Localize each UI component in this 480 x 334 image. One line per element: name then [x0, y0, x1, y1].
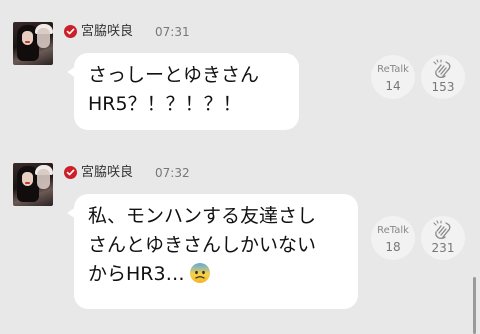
author-name[interactable]: 宮脇咲良	[81, 24, 133, 40]
message-text-line: からHR3…	[88, 260, 344, 289]
message-text-segment: からHR3…	[88, 263, 185, 285]
message-bubble[interactable]: さっしーとゆきさん HR5？！？！？！	[74, 53, 299, 130]
clap-icon	[433, 59, 451, 78]
scrollbar[interactable]	[473, 277, 476, 334]
retalk-button[interactable]: ReTalk 18	[371, 216, 415, 260]
retalk-label: ReTalk	[377, 225, 409, 236]
anxious-face-emoji	[189, 263, 210, 283]
retalk-count: 18	[385, 240, 401, 254]
timestamp: 07:32	[155, 166, 190, 180]
retalk-count: 14	[385, 79, 401, 93]
clap-count: 153	[431, 80, 455, 94]
retalk-label: ReTalk	[377, 64, 409, 75]
avatar[interactable]	[13, 22, 53, 65]
message-text-line: 私、モンハンする友達さし	[88, 205, 317, 227]
verified-badge-icon	[64, 166, 77, 179]
avatar[interactable]	[13, 163, 53, 206]
clap-icon	[433, 220, 451, 239]
retalk-button[interactable]: ReTalk 14	[371, 55, 415, 99]
clap-button[interactable]: 231	[421, 216, 465, 260]
timestamp: 07:31	[155, 25, 190, 39]
clap-count: 231	[431, 241, 455, 255]
verified-badge-icon	[64, 25, 77, 38]
clap-button[interactable]: 153	[421, 55, 465, 99]
message-bubble[interactable]: 私、モンハンする友達さし さんとゆきさんしかいない からHR3…	[74, 194, 358, 309]
message-text-line: さっしーとゆきさん	[88, 64, 260, 86]
message-text-line: HR5？！？！？！	[88, 93, 242, 115]
author-name[interactable]: 宮脇咲良	[81, 165, 133, 181]
message-text-line: さんとゆきさんしかいない	[88, 234, 317, 256]
